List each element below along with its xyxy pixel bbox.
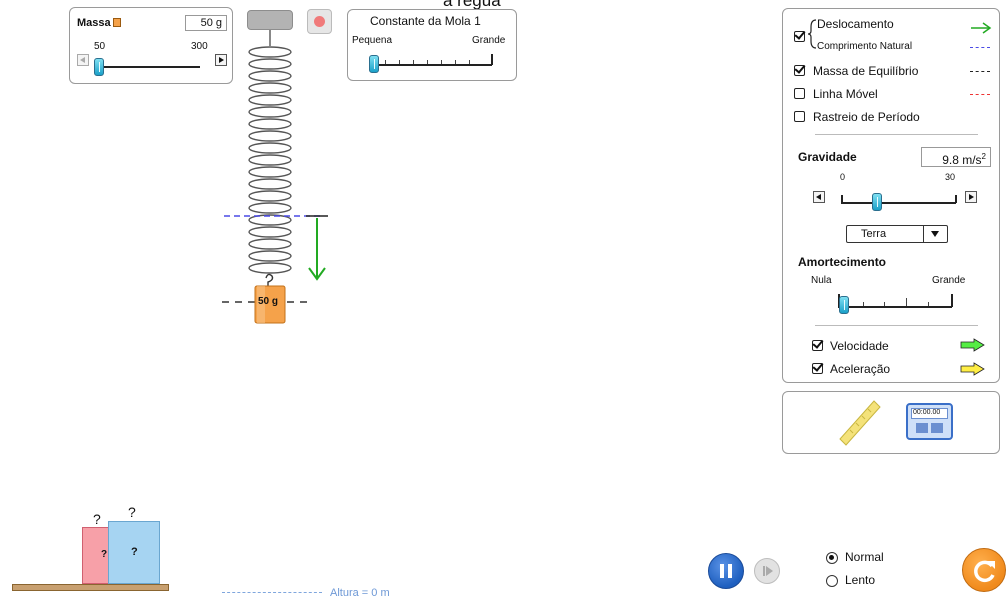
gravity-min-label: 0 [840,172,846,182]
gravity-slider-track[interactable] [841,202,956,204]
stop-icon [314,16,325,27]
gravity-unit-exponent: 2 [981,152,986,161]
divider [815,325,978,326]
mass-min-label: 50 [94,41,106,52]
aceleracao-label: Aceleração [830,362,891,376]
height-label: Altura = 0 m [330,587,390,599]
options-panel: Deslocamento Comprimento Natural Massa d… [782,8,1000,383]
linha-movel-checkbox[interactable] [794,88,805,99]
divider [815,134,978,135]
blue-dash-icon [970,47,990,48]
mass-slider-thumb[interactable] [94,58,104,76]
comprimento-natural-label: Comprimento Natural [817,41,913,52]
stopwatch-icon[interactable]: 00:00.00 [906,403,953,440]
speed-lento-radio[interactable] [826,575,838,587]
massa-equilibrio-checkbox[interactable] [794,65,805,76]
velocidade-label: Velocidade [830,339,889,353]
speed-lento-label: Lento [845,573,876,587]
damping-slider-track[interactable] [838,306,952,308]
damping-label: Amortecimento [798,255,887,269]
mass-shelf [12,584,169,591]
speed-normal-label: Normal [845,550,884,564]
planet-select-value: Terra [861,228,887,240]
gravity-value: 9.8 m/s [942,153,982,167]
gravity-max-label: 30 [945,172,956,182]
spring-coil [248,30,292,274]
gravity-label: Gravidade [798,150,857,164]
velocity-arrow-icon [960,338,985,352]
damping-slider-thumb[interactable] [839,296,849,314]
mystery-mass-blue-hook: ? [128,504,136,520]
spring-scene [222,30,328,324]
mass-decrease-button[interactable] [77,54,89,66]
velocidade-checkbox[interactable] [812,340,823,351]
rastreio-periodo-label: Rastreio de Período [813,110,920,124]
massa-equilibrio-label: Massa de Equilíbrio [813,64,919,78]
red-dash-icon [970,94,990,95]
pause-button[interactable] [708,553,744,589]
gravity-increase-button[interactable] [965,191,977,203]
black-dash-icon [970,71,990,72]
mystery-mass-pink[interactable]: ? [82,527,110,584]
mass-max-label: 300 [191,41,208,52]
reset-icon [974,560,995,583]
timer-display: 00:00.00 [913,409,941,416]
acceleration-arrow-icon [960,362,985,376]
step-icon [763,566,765,576]
mystery-mass-pink-label: ? [101,549,108,560]
aceleracao-checkbox[interactable] [812,363,823,374]
gravity-slider-thumb[interactable] [872,193,882,211]
mass-icon [113,18,121,27]
pause-icon [720,564,724,578]
mystery-mass-pink-hook: ? [93,511,101,527]
mass-slider-track[interactable] [98,66,200,68]
damping-max-label: Grande [932,275,966,286]
deslocamento-label: Deslocamento [817,17,894,31]
height-reference-line[interactable] [222,592,322,593]
rastreio-periodo-checkbox[interactable] [794,111,805,122]
mystery-mass-blue[interactable]: ? [108,521,160,584]
deslocamento-checkbox[interactable] [794,31,805,42]
linha-movel-label: Linha Móvel [813,87,878,101]
step-button[interactable] [754,558,780,584]
mystery-mass-blue-label: ? [131,546,138,558]
mass-label: Massa [77,17,111,29]
mass-panel: Massa 50 g 50 300 [69,7,233,84]
hanging-weight-label: 50 g [258,296,279,307]
spring-constant-title: Constante da Mola 1 [370,14,481,28]
tools-panel: 00:00.00 [782,391,1000,454]
spring-ceiling-mount [247,10,293,30]
reset-button[interactable] [962,548,1006,592]
speed-normal-radio[interactable] [826,552,838,564]
damping-min-label: Nula [811,275,832,286]
planet-select[interactable]: Terra [846,225,948,243]
green-arrow-icon [971,22,992,34]
ruler-icon[interactable] [838,399,882,449]
gravity-decrease-button[interactable] [813,191,825,203]
gravity-value-field[interactable]: 9.8 m/s2 [921,147,991,167]
chevron-down-icon [923,226,924,242]
